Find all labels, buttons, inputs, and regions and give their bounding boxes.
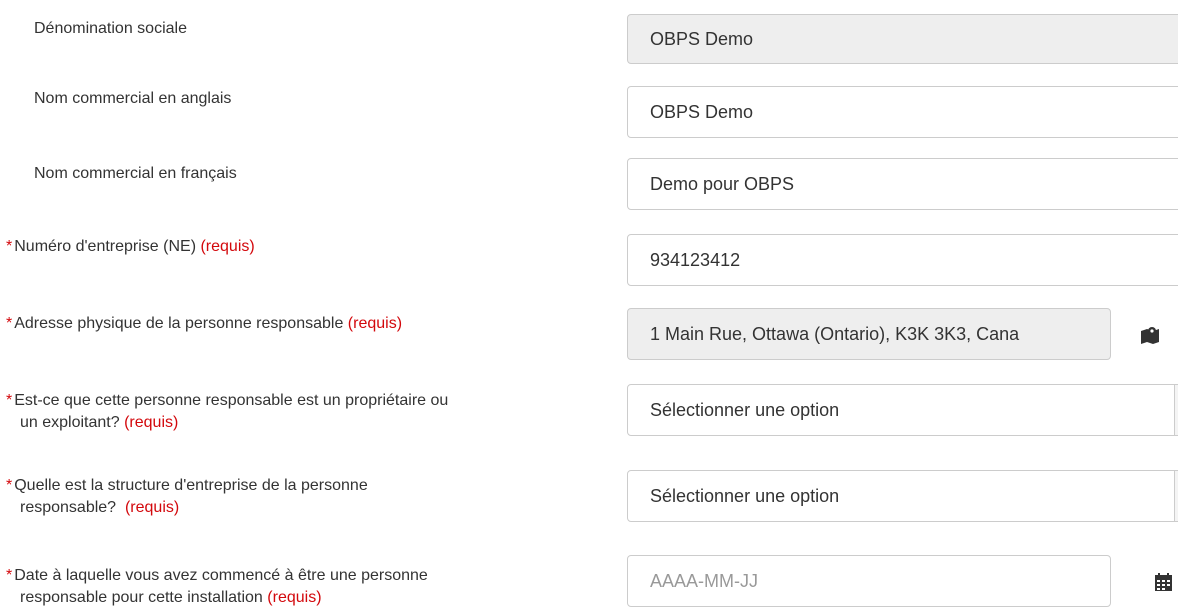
required-marker: * <box>6 477 13 494</box>
required-text: (requis) <box>124 499 180 516</box>
start-date-input[interactable]: AAAA-MM-JJ <box>627 555 1111 607</box>
legal-name-label: Dénomination sociale <box>34 20 187 37</box>
required-text: (requis) <box>267 589 322 606</box>
required-marker: * <box>6 238 13 255</box>
trade-name-fr-label: Nom commercial en français <box>34 165 237 182</box>
business-number-label: * Numéro d'entreprise (NE) (requis) <box>6 238 255 255</box>
business-structure-select[interactable]: Sélectionner une option ⌄ <box>627 470 1178 522</box>
map-marker-icon[interactable] <box>1138 323 1162 347</box>
business-structure-selected: Sélectionner une option <box>650 485 840 506</box>
required-text: (requis) <box>124 414 179 431</box>
chevron-down-icon: ⌄ <box>1174 471 1178 521</box>
physical-address-label: * Adresse physique de la personne respons… <box>6 315 403 332</box>
start-date-label: * Date à laquelle vous avez commencé à êt… <box>6 567 428 606</box>
start-date-placeholder: AAAA-MM-JJ <box>650 570 758 591</box>
required-marker: * <box>6 392 13 409</box>
business-number-input[interactable]: 934123412 <box>627 234 1178 286</box>
owner-operator-selected: Sélectionner une option <box>650 399 840 420</box>
business-structure-label: * Quelle est la structure d'entreprise de… <box>6 477 368 516</box>
chevron-down-icon: ⌄ <box>1174 385 1178 435</box>
required-marker: * <box>6 567 13 584</box>
trade-name-fr-value: Demo pour OBPS <box>650 173 795 194</box>
legal-name-field[interactable]: OBPS Demo <box>627 14 1178 64</box>
trade-name-en-label: Nom commercial en anglais <box>34 90 232 107</box>
owner-operator-label: * Est-ce que cette personne responsable e… <box>6 392 449 431</box>
physical-address-value: 1 Main Rue, Ottawa (Ontario), K3K 3K3, C… <box>650 323 1020 344</box>
owner-operator-select[interactable]: Sélectionner une option ⌄ <box>627 384 1178 436</box>
calendar-icon[interactable] <box>1151 570 1175 594</box>
business-number-value: 934123412 <box>650 249 741 270</box>
trade-name-en-value: OBPS Demo <box>650 101 754 122</box>
trade-name-fr-input[interactable]: Demo pour OBPS <box>627 158 1178 210</box>
required-text: (requis) <box>200 238 255 255</box>
legal-name-value: OBPS Demo <box>650 28 754 49</box>
physical-address-field[interactable]: 1 Main Rue, Ottawa (Ontario), K3K 3K3, C… <box>627 308 1111 360</box>
responsible-person-form: Dénomination sociale OBPS Demo Nom comme… <box>0 0 1178 607</box>
required-text: (requis) <box>347 315 403 332</box>
required-marker: * <box>6 315 13 332</box>
trade-name-en-input[interactable]: OBPS Demo <box>627 86 1178 138</box>
